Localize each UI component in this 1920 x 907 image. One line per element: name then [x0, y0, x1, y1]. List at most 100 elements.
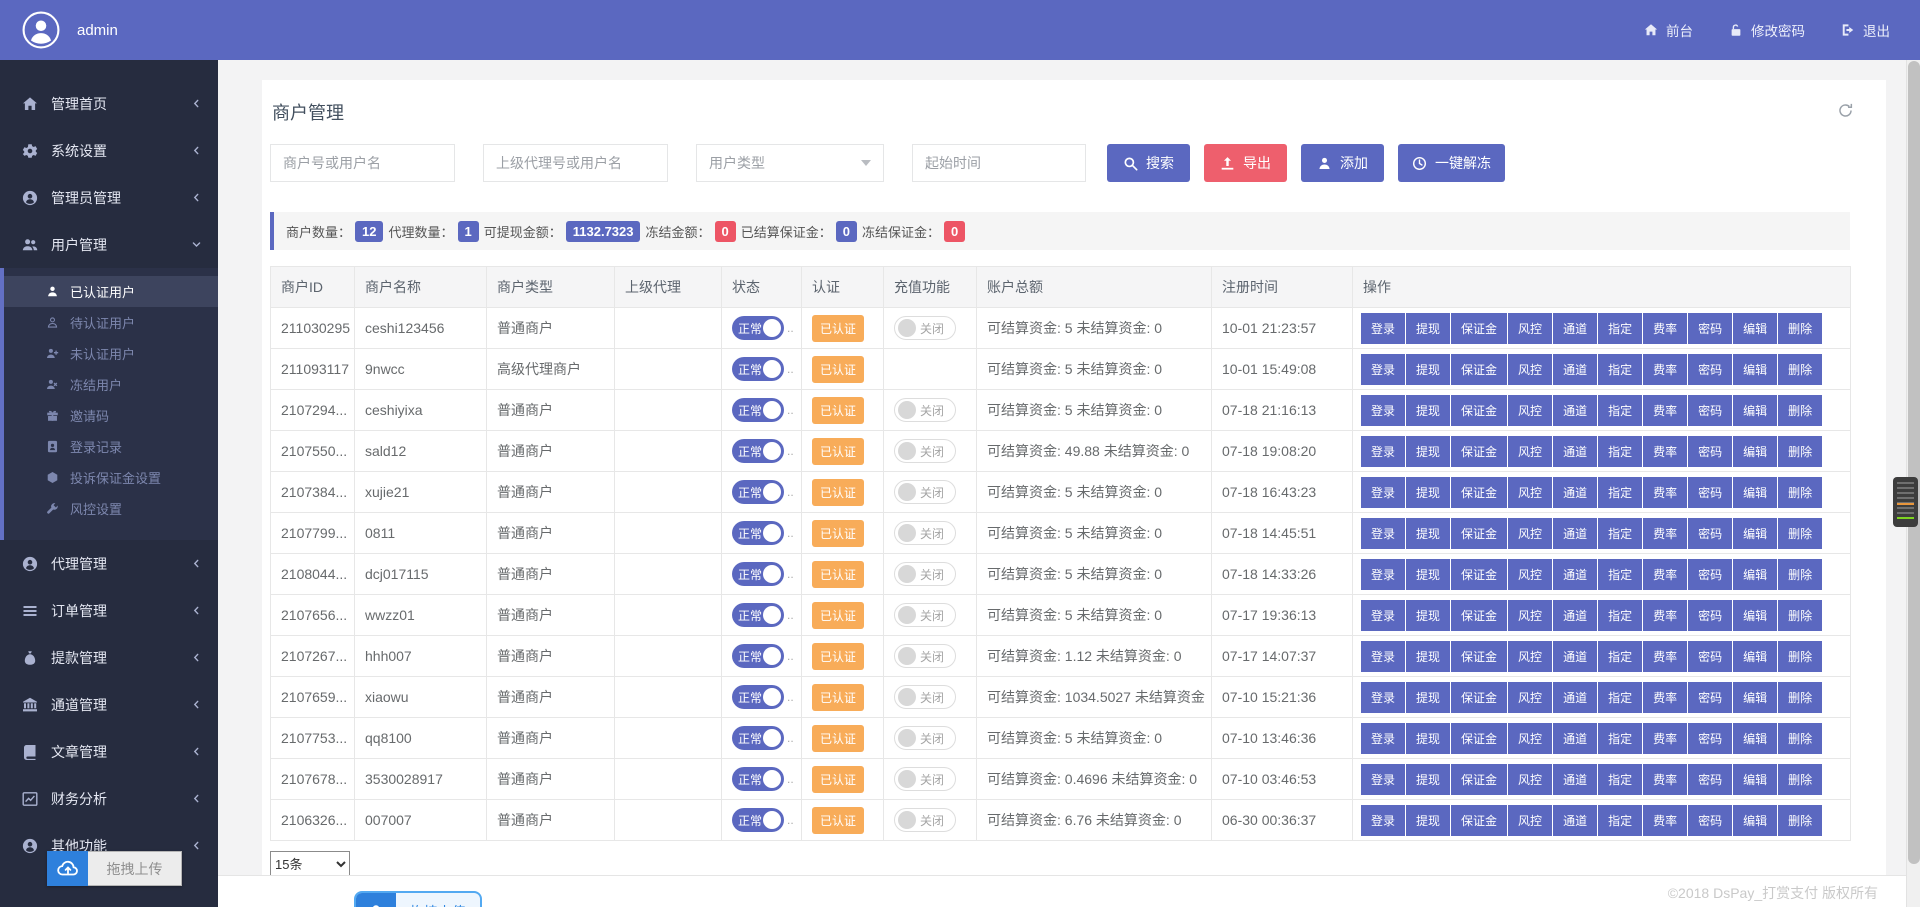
bottom-upload-widget[interactable]: 拖拽上传	[354, 891, 482, 907]
page-size-select[interactable]: 15条	[270, 851, 350, 875]
channel-action-button[interactable]: 通道	[1553, 436, 1597, 467]
withdraw-action-button[interactable]: 提现	[1406, 600, 1450, 631]
charge-toggle[interactable]: 关闭	[894, 726, 956, 750]
sidebar-item-admin-management[interactable]: 管理员管理	[0, 174, 218, 221]
delete-action-button[interactable]: 删除	[1778, 723, 1822, 754]
deposit-action-button[interactable]: 保证金	[1451, 395, 1507, 426]
assign-action-button[interactable]: 指定	[1598, 641, 1642, 672]
deposit-action-button[interactable]: 保证金	[1451, 354, 1507, 385]
channel-action-button[interactable]: 通道	[1553, 477, 1597, 508]
charge-toggle[interactable]: 关闭	[894, 398, 956, 422]
status-toggle[interactable]: 正常	[732, 357, 784, 381]
delete-action-button[interactable]: 删除	[1778, 559, 1822, 590]
charge-toggle[interactable]: 关闭	[894, 603, 956, 627]
deposit-action-button[interactable]: 保证金	[1451, 600, 1507, 631]
status-toggle[interactable]: 正常	[732, 562, 784, 586]
delete-action-button[interactable]: 删除	[1778, 313, 1822, 344]
status-toggle[interactable]: 正常	[732, 316, 784, 340]
login-action-button[interactable]: 登录	[1361, 395, 1405, 426]
channel-action-button[interactable]: 通道	[1553, 682, 1597, 713]
edit-action-button[interactable]: 编辑	[1733, 436, 1777, 467]
password-action-button[interactable]: 密码	[1688, 764, 1732, 795]
login-action-button[interactable]: 登录	[1361, 518, 1405, 549]
withdraw-action-button[interactable]: 提现	[1406, 805, 1450, 836]
edit-action-button[interactable]: 编辑	[1733, 600, 1777, 631]
sidebar-item-dashboard[interactable]: 管理首页	[0, 80, 218, 127]
delete-action-button[interactable]: 删除	[1778, 641, 1822, 672]
topbar-link-change-password[interactable]: 修改密码	[1729, 20, 1805, 40]
rate-action-button[interactable]: 费率	[1643, 764, 1687, 795]
charge-toggle[interactable]: 关闭	[894, 439, 956, 463]
rate-action-button[interactable]: 费率	[1643, 805, 1687, 836]
sidebar-item-withdraw-management[interactable]: 提款管理	[0, 634, 218, 681]
rate-action-button[interactable]: 费率	[1643, 723, 1687, 754]
login-action-button[interactable]: 登录	[1361, 682, 1405, 713]
withdraw-action-button[interactable]: 提现	[1406, 395, 1450, 426]
channel-action-button[interactable]: 通道	[1553, 559, 1597, 590]
channel-action-button[interactable]: 通道	[1553, 723, 1597, 754]
deposit-action-button[interactable]: 保证金	[1451, 559, 1507, 590]
search-button[interactable]: 搜索	[1107, 144, 1190, 182]
delete-action-button[interactable]: 删除	[1778, 764, 1822, 795]
edit-action-button[interactable]: 编辑	[1733, 559, 1777, 590]
edit-action-button[interactable]: 编辑	[1733, 518, 1777, 549]
password-action-button[interactable]: 密码	[1688, 559, 1732, 590]
sidebar-subitem-login-records[interactable]: 登录记录	[4, 431, 218, 462]
login-action-button[interactable]: 登录	[1361, 313, 1405, 344]
login-action-button[interactable]: 登录	[1361, 559, 1405, 590]
sidebar-subitem-verified-users[interactable]: 已认证用户	[4, 276, 218, 307]
assign-action-button[interactable]: 指定	[1598, 395, 1642, 426]
rate-action-button[interactable]: 费率	[1643, 518, 1687, 549]
password-action-button[interactable]: 密码	[1688, 682, 1732, 713]
edit-action-button[interactable]: 编辑	[1733, 313, 1777, 344]
deposit-action-button[interactable]: 保证金	[1451, 641, 1507, 672]
withdraw-action-button[interactable]: 提现	[1406, 313, 1450, 344]
assign-action-button[interactable]: 指定	[1598, 436, 1642, 467]
login-action-button[interactable]: 登录	[1361, 723, 1405, 754]
channel-action-button[interactable]: 通道	[1553, 518, 1597, 549]
withdraw-action-button[interactable]: 提现	[1406, 682, 1450, 713]
capture-widget[interactable]	[1893, 477, 1918, 527]
user-avatar-icon[interactable]	[22, 11, 60, 49]
status-toggle[interactable]: 正常	[732, 521, 784, 545]
status-toggle[interactable]: 正常	[732, 398, 784, 422]
status-toggle[interactable]: 正常	[732, 808, 784, 832]
channel-action-button[interactable]: 通道	[1553, 354, 1597, 385]
sidebar-item-system-settings[interactable]: 系统设置	[0, 127, 218, 174]
password-action-button[interactable]: 密码	[1688, 518, 1732, 549]
add-button[interactable]: 添加	[1301, 144, 1384, 182]
deposit-action-button[interactable]: 保证金	[1451, 723, 1507, 754]
edit-action-button[interactable]: 编辑	[1733, 641, 1777, 672]
withdraw-action-button[interactable]: 提现	[1406, 436, 1450, 467]
risk-action-button[interactable]: 风控	[1508, 313, 1552, 344]
channel-action-button[interactable]: 通道	[1553, 313, 1597, 344]
deposit-action-button[interactable]: 保证金	[1451, 518, 1507, 549]
login-action-button[interactable]: 登录	[1361, 354, 1405, 385]
assign-action-button[interactable]: 指定	[1598, 682, 1642, 713]
charge-toggle[interactable]: 关闭	[894, 808, 956, 832]
risk-action-button[interactable]: 风控	[1508, 764, 1552, 795]
sidebar-subitem-pending-users[interactable]: 待认证用户	[4, 307, 218, 338]
password-action-button[interactable]: 密码	[1688, 723, 1732, 754]
delete-action-button[interactable]: 删除	[1778, 354, 1822, 385]
assign-action-button[interactable]: 指定	[1598, 805, 1642, 836]
sidebar-item-user-management[interactable]: 用户管理	[0, 221, 218, 268]
sidebar-subitem-frozen-users[interactable]: 冻结用户	[4, 369, 218, 400]
risk-action-button[interactable]: 风控	[1508, 805, 1552, 836]
assign-action-button[interactable]: 指定	[1598, 723, 1642, 754]
deposit-action-button[interactable]: 保证金	[1451, 764, 1507, 795]
sidebar-item-order-management[interactable]: 订单管理	[0, 587, 218, 634]
edit-action-button[interactable]: 编辑	[1733, 805, 1777, 836]
rate-action-button[interactable]: 费率	[1643, 395, 1687, 426]
edit-action-button[interactable]: 编辑	[1733, 395, 1777, 426]
channel-action-button[interactable]: 通道	[1553, 764, 1597, 795]
edit-action-button[interactable]: 编辑	[1733, 477, 1777, 508]
rate-action-button[interactable]: 费率	[1643, 313, 1687, 344]
rate-action-button[interactable]: 费率	[1643, 600, 1687, 631]
password-action-button[interactable]: 密码	[1688, 436, 1732, 467]
withdraw-action-button[interactable]: 提现	[1406, 518, 1450, 549]
sidebar-subitem-invite-code[interactable]: 邀请码	[4, 400, 218, 431]
risk-action-button[interactable]: 风控	[1508, 723, 1552, 754]
rate-action-button[interactable]: 费率	[1643, 641, 1687, 672]
risk-action-button[interactable]: 风控	[1508, 518, 1552, 549]
